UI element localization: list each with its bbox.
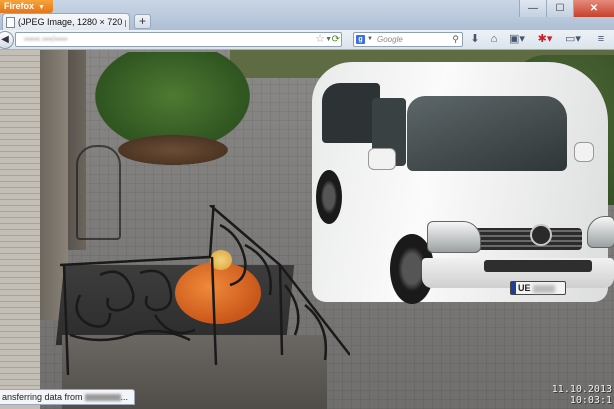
chevron-down-icon: ▼ xyxy=(38,4,45,11)
url-bar[interactable]: ▪▪▪▪▪.▪▪▪/▪▪▪▪ ☆ ▼ ⟳ xyxy=(15,32,342,47)
image-viewport[interactable]: UE 11.10.2013 10:03:1 xyxy=(0,50,614,409)
window-controls: — ☐ ✕ xyxy=(519,0,614,17)
van-lower-grille xyxy=(484,260,592,272)
garden-shrubs xyxy=(118,135,228,165)
minimize-button[interactable]: — xyxy=(519,0,546,17)
plus-icon: + xyxy=(138,14,146,28)
plate-prefix: UE xyxy=(518,283,531,293)
status-text: ansferring data from xyxy=(2,392,83,402)
iron-railing xyxy=(60,205,350,375)
firefox-menu-label: Firefox xyxy=(4,1,35,11)
engine-dropdown-icon[interactable]: ▼ xyxy=(367,33,373,46)
status-blurred-host xyxy=(84,394,121,402)
brick-wall xyxy=(0,50,40,409)
home-icon[interactable]: ⌂ xyxy=(487,32,501,47)
search-icon[interactable]: ⚲ xyxy=(452,33,459,46)
bookmarks-icon[interactable]: ▣▾ xyxy=(507,32,527,47)
google-engine-icon[interactable]: g xyxy=(356,35,365,44)
maximize-icon: ☐ xyxy=(555,3,565,14)
van-mirror-left xyxy=(368,148,396,170)
camera-timestamp: 11.10.2013 10:03:1 xyxy=(552,384,612,406)
title-bar: Firefox▼ — ☐ ✕ (JPEG Image, 1280 × 720 p… xyxy=(0,0,614,30)
van-windshield xyxy=(407,96,567,171)
van-headlight-left xyxy=(427,221,481,253)
van-rear-wheel xyxy=(316,170,342,224)
vw-logo xyxy=(530,224,552,246)
close-window-button[interactable]: ✕ xyxy=(573,0,614,17)
van-mirror-right xyxy=(574,142,594,162)
search-bar[interactable]: g ▼ Google ⚲ xyxy=(353,32,463,47)
license-plate: UE xyxy=(510,281,566,295)
van-headlight-right xyxy=(587,216,614,248)
reload-icon[interactable]: ⟳ xyxy=(332,33,340,46)
sync-icon[interactable]: ▭▾ xyxy=(563,32,583,47)
navigation-toolbar: ◀ ▪▪▪▪▪.▪▪▪/▪▪▪▪ ☆ ▼ ⟳ g ▼ Google ⚲ ⬇ ⌂ … xyxy=(0,30,614,50)
close-icon: ✕ xyxy=(589,3,599,14)
download-icon[interactable]: ⬇ xyxy=(468,32,482,47)
plate-eu-band xyxy=(511,282,516,294)
menu-icon[interactable]: ≡ xyxy=(594,32,608,47)
timestamp-time: 10:03:1 xyxy=(569,395,612,406)
maximize-button[interactable]: ☐ xyxy=(546,0,573,17)
new-tab-button[interactable]: + xyxy=(134,14,151,29)
timestamp-date: 11.10.2013 xyxy=(551,384,612,395)
tab-jpeg-image[interactable]: (JPEG Image, 1280 × 720 pixels) - Scaled… xyxy=(2,13,130,30)
white-van: UE xyxy=(312,58,614,313)
plate-blurred-number xyxy=(533,284,556,293)
search-placeholder: Google xyxy=(377,35,403,44)
tab-title: (JPEG Image, 1280 × 720 pixels) - Scaled… xyxy=(18,17,126,27)
url-text: ▪▪▪▪▪.▪▪▪/▪▪▪▪ xyxy=(24,34,68,44)
status-bar: ansferring data from... xyxy=(0,389,136,405)
image-file-icon xyxy=(6,16,15,28)
addon-icon[interactable]: ✱▾ xyxy=(536,32,554,47)
status-ellipsis: ... xyxy=(120,392,129,402)
back-icon: ◀ xyxy=(1,34,9,45)
minimize-icon: — xyxy=(528,3,538,14)
back-button[interactable]: ◀ xyxy=(0,31,14,49)
star-icon[interactable]: ☆ xyxy=(315,33,325,46)
firefox-menu-button[interactable]: Firefox ▼ xyxy=(0,0,53,13)
